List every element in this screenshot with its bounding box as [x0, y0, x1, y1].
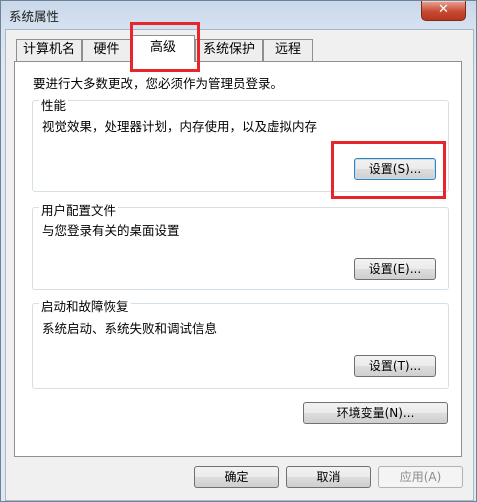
user-profiles-group-title: 用户配置文件: [39, 200, 119, 219]
advanced-tab-panel: 要进行大多数更改，您必须作为管理员登录。 性能 视觉效果，处理器计划，内存使用，…: [14, 61, 462, 457]
startup-recovery-group-title: 启动和故障恢复: [39, 296, 131, 315]
apply-button[interactable]: 应用(A): [378, 466, 463, 488]
admin-notice: 要进行大多数更改，您必须作为管理员登录。: [33, 76, 284, 91]
performance-description: 视觉效果，处理器计划，内存使用，以及虚拟内存: [42, 119, 318, 134]
tab-system-protection[interactable]: 系统保护: [195, 39, 263, 61]
startup-recovery-description: 系统启动、系统失败和调试信息: [42, 321, 218, 336]
performance-settings-highlight: [331, 141, 446, 199]
ok-button[interactable]: 确定: [194, 466, 279, 488]
close-icon: ✕: [438, 2, 449, 17]
close-button[interactable]: ✕: [421, 1, 466, 21]
tab-computer-name[interactable]: 计算机名: [16, 39, 82, 61]
tab-hardware[interactable]: 硬件: [82, 39, 131, 61]
environment-variables-button[interactable]: 环境变量(N)...: [303, 402, 448, 424]
performance-group-title: 性能: [39, 95, 69, 114]
tab-remote[interactable]: 远程: [263, 39, 313, 61]
user-profiles-description: 与您登录有关的桌面设置: [42, 223, 180, 238]
startup-recovery-settings-button[interactable]: 设置(T)...: [354, 355, 436, 377]
advanced-tab-highlight: [130, 22, 200, 72]
cancel-button[interactable]: 取消: [286, 466, 371, 488]
user-profiles-settings-button[interactable]: 设置(E)...: [354, 258, 436, 280]
window-title: 系统属性: [9, 9, 60, 24]
